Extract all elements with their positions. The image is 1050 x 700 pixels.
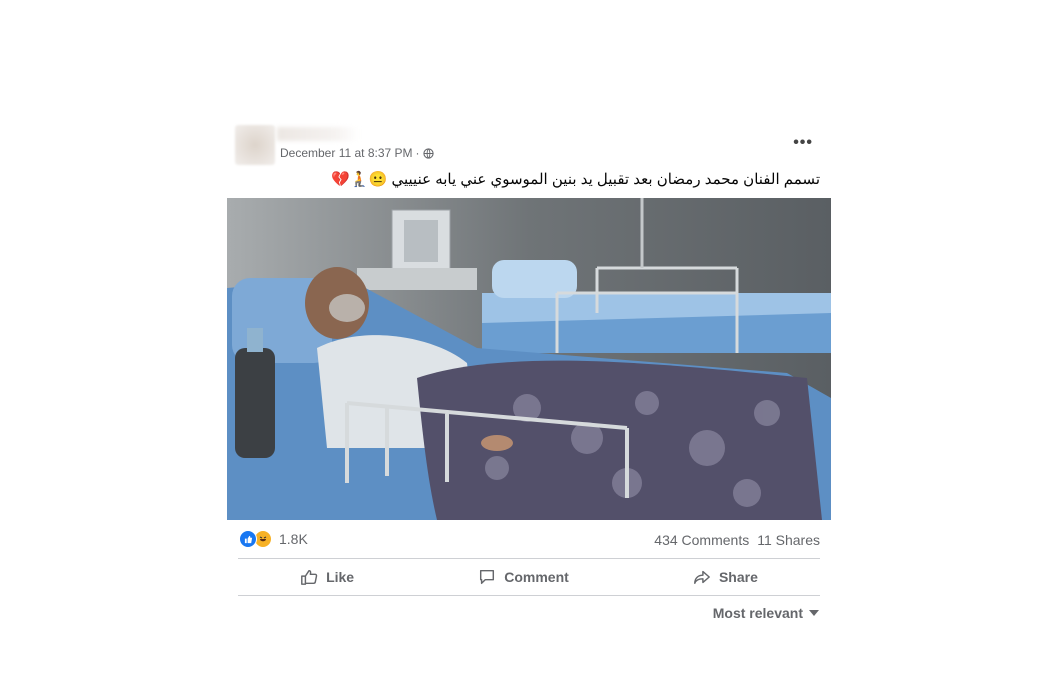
post-header: December 11 at 8:37 PM · ••• bbox=[227, 118, 831, 170]
chevron-down-icon bbox=[809, 610, 819, 616]
reactions-summary[interactable]: 1.8K bbox=[239, 530, 308, 548]
globe-icon[interactable] bbox=[422, 147, 434, 159]
post-timestamp[interactable]: December 11 at 8:37 PM bbox=[280, 146, 413, 160]
comments-sort-dropdown[interactable]: Most relevant bbox=[713, 605, 819, 621]
meta-separator: · bbox=[415, 146, 420, 160]
divider-bottom bbox=[238, 595, 820, 596]
like-icon bbox=[239, 530, 257, 548]
shares-count[interactable]: 11 Shares bbox=[757, 532, 820, 548]
like-label: Like bbox=[326, 569, 355, 585]
post-caption: تسمم الفنان محمد رمضان بعد تقبيل يد بنين… bbox=[331, 171, 820, 188]
comments-count[interactable]: 434 Comments bbox=[654, 532, 749, 548]
share-arrow-icon bbox=[694, 570, 710, 585]
like-button[interactable]: Like bbox=[278, 564, 376, 590]
post-meta: December 11 at 8:37 PM · bbox=[280, 146, 434, 160]
post-stats: 1.8K 434 Comments 11 Shares bbox=[227, 520, 831, 558]
sort-label: Most relevant bbox=[712, 605, 803, 621]
author-name-blurred[interactable] bbox=[277, 127, 359, 141]
comment-icon bbox=[480, 569, 495, 585]
more-options-icon[interactable]: ••• bbox=[793, 134, 813, 152]
share-label: Share bbox=[718, 569, 758, 585]
facebook-post: December 11 at 8:37 PM · ••• تسمم الفنان… bbox=[227, 118, 831, 621]
author-avatar[interactable] bbox=[235, 125, 275, 165]
post-photo[interactable] bbox=[227, 198, 831, 520]
engagement-counts: 434 Comments 11 Shares bbox=[654, 532, 820, 548]
reaction-count: 1.8K bbox=[279, 531, 308, 547]
comment-button[interactable]: Comment bbox=[456, 564, 591, 590]
share-button[interactable]: Share bbox=[671, 564, 780, 590]
action-bar: Like Comment Share bbox=[227, 559, 831, 595]
comment-label: Comment bbox=[504, 569, 569, 585]
thumbs-up-icon bbox=[301, 569, 318, 585]
